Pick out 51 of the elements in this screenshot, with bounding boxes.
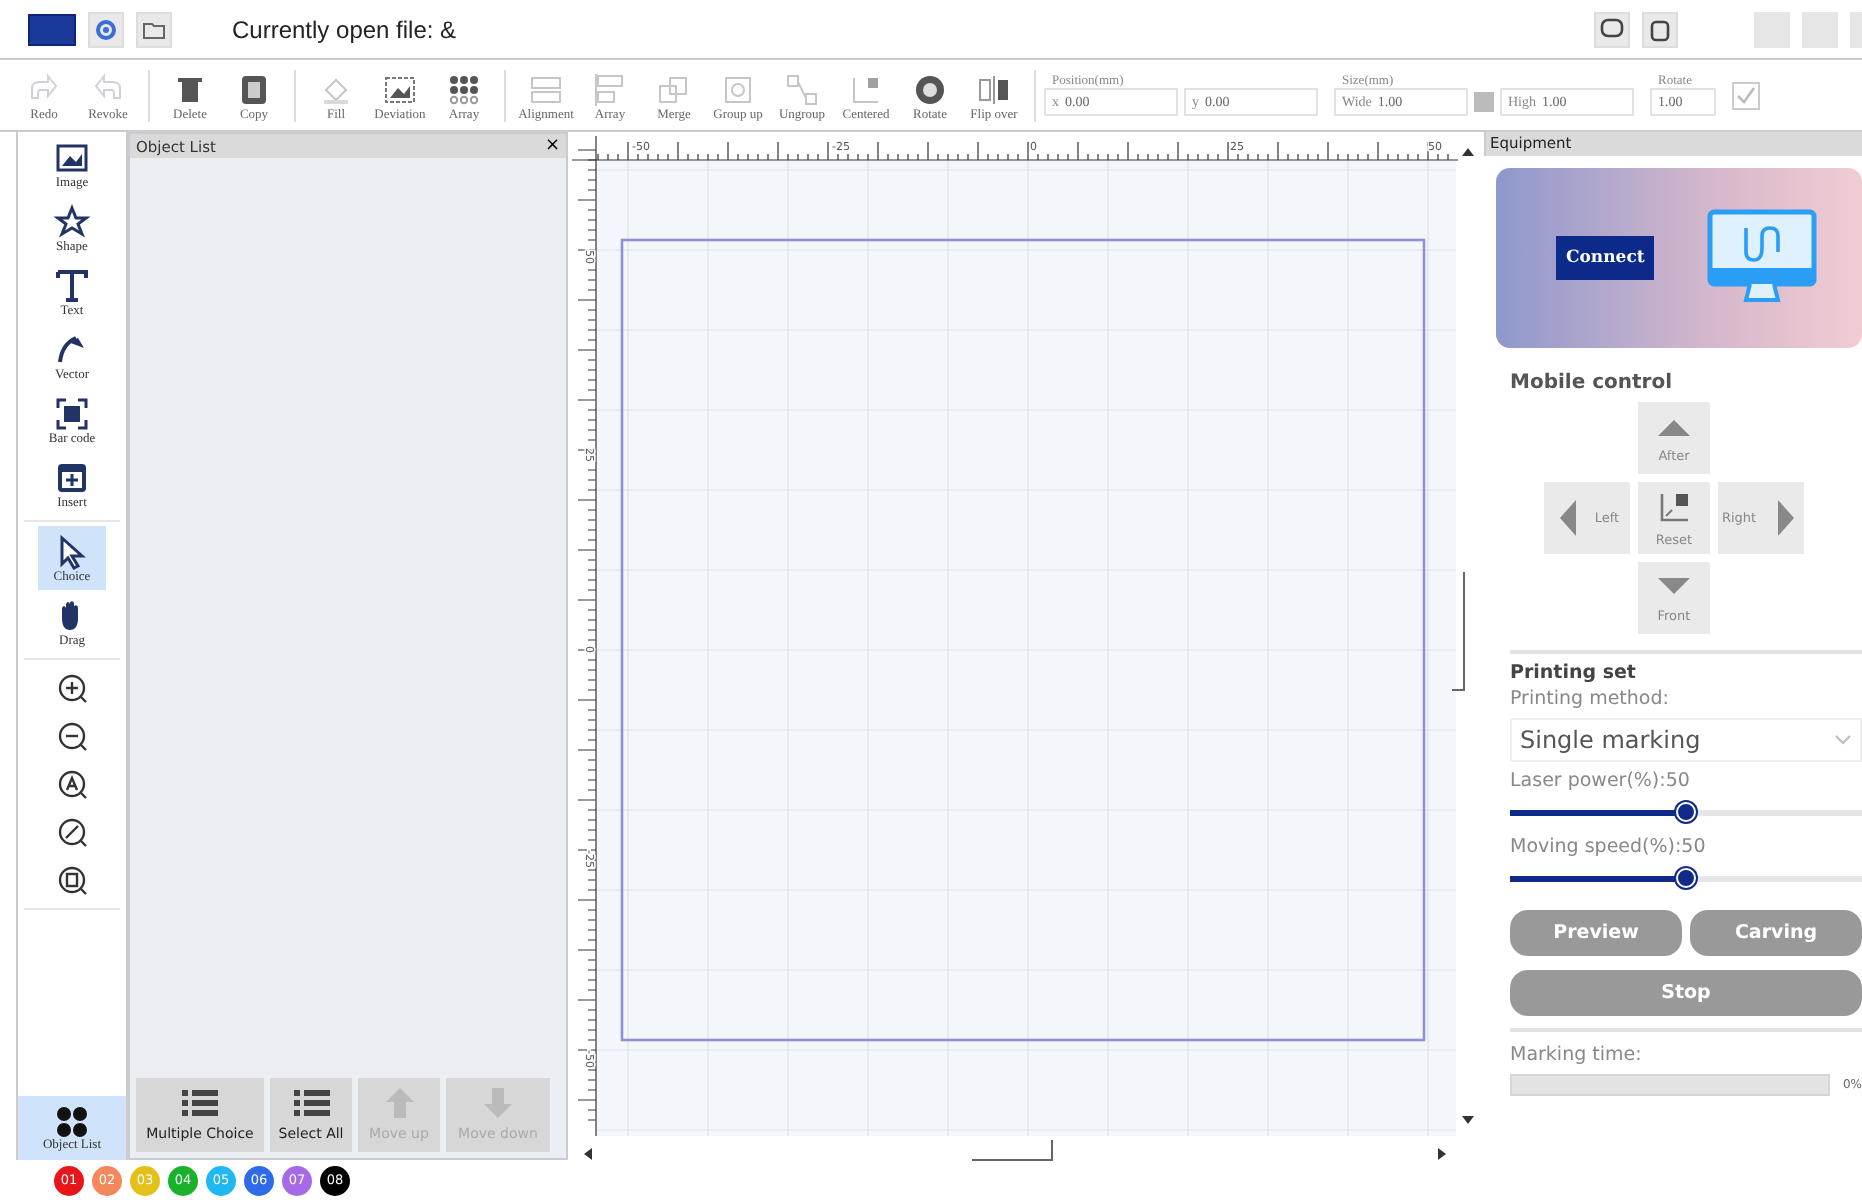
- chat-button[interactable]: [1594, 11, 1630, 47]
- align-left-icon: [592, 71, 628, 107]
- section-title: Mobile control: [1510, 372, 1675, 394]
- slider-label: Moving speed(%):50: [1510, 836, 1708, 858]
- slider-thumb[interactable]: [1676, 868, 1696, 888]
- close-button[interactable]: ×: [544, 136, 560, 156]
- folder-button[interactable]: [136, 11, 172, 47]
- section-title: Printing set: [1510, 662, 1638, 684]
- zoom-fit-icon: [56, 768, 88, 800]
- window-title: Currently open file: &: [232, 15, 457, 43]
- slider-label: Laser power(%):50: [1510, 770, 1692, 792]
- computer-cable-icon: [1706, 208, 1819, 308]
- zoom-in-icon: [56, 672, 88, 704]
- star-icon: [54, 203, 90, 239]
- marking-time-label: Marking time:: [1510, 1044, 1644, 1066]
- merge-icon: [656, 71, 692, 107]
- slider-thumb[interactable]: [1676, 802, 1696, 822]
- method-dropdown[interactable]: Single marking: [1510, 718, 1862, 762]
- copy-icon: [236, 71, 272, 107]
- scroll-down-arrow[interactable]: [1462, 1116, 1474, 1124]
- four-dots-icon: [56, 1105, 88, 1137]
- scroll-right-arrow[interactable]: [1438, 1148, 1446, 1160]
- pen-curve-icon: [54, 331, 90, 367]
- horizontal-scroll-thumb[interactable]: [971, 1139, 1053, 1161]
- connect-button[interactable]: Connect: [1556, 236, 1655, 280]
- settings-button[interactable]: [88, 11, 124, 47]
- list-icon: [180, 1088, 220, 1118]
- scroll-left-arrow[interactable]: [584, 1148, 592, 1160]
- zoom-out-icon: [56, 720, 88, 752]
- zoom-page-icon: [56, 864, 88, 896]
- app-logo: [28, 13, 76, 45]
- chevron-down-icon: [1834, 734, 1852, 746]
- group-icon: [720, 71, 756, 107]
- barcode-frame-icon: [54, 395, 90, 431]
- vertical-scroll-thumb[interactable]: [1451, 571, 1465, 691]
- plus-square-icon: [54, 459, 90, 495]
- image-icon: [54, 139, 90, 175]
- ungroup-icon: [784, 71, 820, 107]
- list-icon: [291, 1088, 331, 1118]
- checkbox[interactable]: [1732, 81, 1760, 109]
- device-button[interactable]: [1642, 11, 1678, 47]
- text-t-icon: [54, 267, 90, 303]
- scroll-up-arrow[interactable]: [1462, 148, 1474, 156]
- image-grid-icon: [382, 71, 418, 107]
- flip-icon: [976, 71, 1012, 107]
- dots-grid-icon: [446, 71, 482, 107]
- align-icon: [528, 71, 564, 107]
- origin-icon: [1656, 489, 1692, 523]
- method-label: Printing method:: [1510, 688, 1671, 710]
- folder-icon: [142, 17, 166, 41]
- down-arrow-icon: [1654, 572, 1694, 600]
